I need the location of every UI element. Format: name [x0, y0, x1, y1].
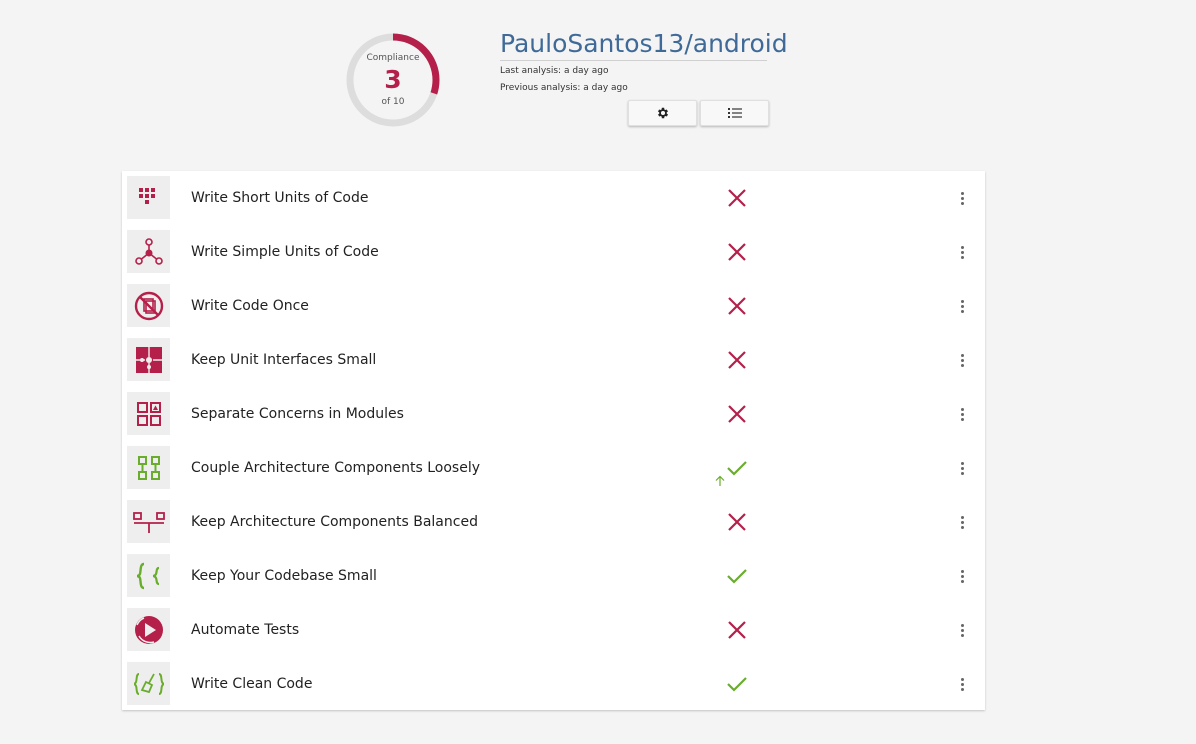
fail-icon [728, 513, 746, 531]
gear-icon [657, 107, 668, 119]
previous-analysis: Previous analysis: a day ago [500, 83, 628, 93]
more-options-button[interactable] [956, 458, 968, 478]
guideline-name: Write Code Once [191, 298, 309, 314]
compliance-total: of 10 [381, 97, 405, 107]
more-options-button[interactable] [956, 620, 968, 640]
guideline-row[interactable]: Automate Tests [122, 603, 985, 657]
guideline-name: Keep Your Codebase Small [191, 568, 377, 584]
guideline-row[interactable]: Couple Architecture Components Loosely [122, 441, 985, 495]
more-options-button[interactable] [956, 188, 968, 208]
pass-icon [727, 677, 747, 692]
more-options-button[interactable] [956, 296, 968, 316]
trend-up-icon [715, 475, 725, 486]
guideline-row[interactable]: Write Clean Code [122, 657, 985, 711]
guideline-name: Couple Architecture Components Loosely [191, 460, 481, 476]
pass-icon [727, 461, 747, 476]
guideline-name: Write Short Units of Code [191, 190, 369, 206]
list-view-button[interactable] [700, 100, 769, 126]
more-options-button[interactable] [956, 242, 968, 262]
guideline-row[interactable]: Write Short Units of Code [122, 171, 985, 225]
last-analysis: Last analysis: a day ago [500, 66, 609, 76]
guideline-name: Write Simple Units of Code [191, 244, 379, 260]
more-options-button[interactable] [956, 674, 968, 694]
fail-icon [728, 405, 746, 423]
compliance-gauge: Compliance 3 of 10 [346, 33, 440, 127]
fail-icon [728, 189, 746, 207]
components-icon [127, 446, 170, 489]
guideline-name: Keep Unit Interfaces Small [191, 352, 377, 368]
guideline-row[interactable]: Keep Your Codebase Small [122, 549, 985, 603]
simple-units-icon [127, 230, 170, 273]
play-tests-icon [127, 608, 170, 651]
fail-icon [728, 621, 746, 639]
braces-icon [127, 554, 170, 597]
guideline-row[interactable]: Keep Unit Interfaces Small [122, 333, 985, 387]
guideline-row[interactable]: Separate Concerns in Modules [122, 387, 985, 441]
more-options-button[interactable] [956, 512, 968, 532]
pass-icon [727, 569, 747, 584]
fail-icon [728, 243, 746, 261]
compliance-score: 3 [384, 65, 402, 94]
guideline-row[interactable]: Write Simple Units of Code [122, 225, 985, 279]
more-options-button[interactable] [956, 566, 968, 586]
guideline-name: Write Clean Code [191, 676, 313, 692]
guidelines-list: Write Short Units of Code Write Simple U… [122, 171, 985, 710]
settings-button[interactable] [628, 100, 697, 126]
more-options-button[interactable] [956, 404, 968, 424]
puzzle-icon [127, 338, 170, 381]
guideline-name: Automate Tests [191, 622, 300, 638]
compliance-label: Compliance [366, 53, 420, 63]
guideline-name: Separate Concerns in Modules [191, 406, 404, 422]
list-icon [727, 108, 742, 118]
balance-icon [127, 500, 170, 543]
fail-icon [728, 351, 746, 369]
more-options-button[interactable] [956, 350, 968, 370]
broom-icon [127, 662, 170, 705]
no-duplication-icon [127, 284, 170, 327]
guideline-row[interactable]: Keep Architecture Components Balanced [122, 495, 985, 549]
guideline-row[interactable]: Write Code Once [122, 279, 985, 333]
repo-title[interactable]: PauloSantos13/android [500, 28, 788, 61]
short-units-icon [127, 176, 170, 219]
guideline-name: Keep Architecture Components Balanced [191, 514, 478, 530]
modules-icon [127, 392, 170, 435]
fail-icon [728, 297, 746, 315]
